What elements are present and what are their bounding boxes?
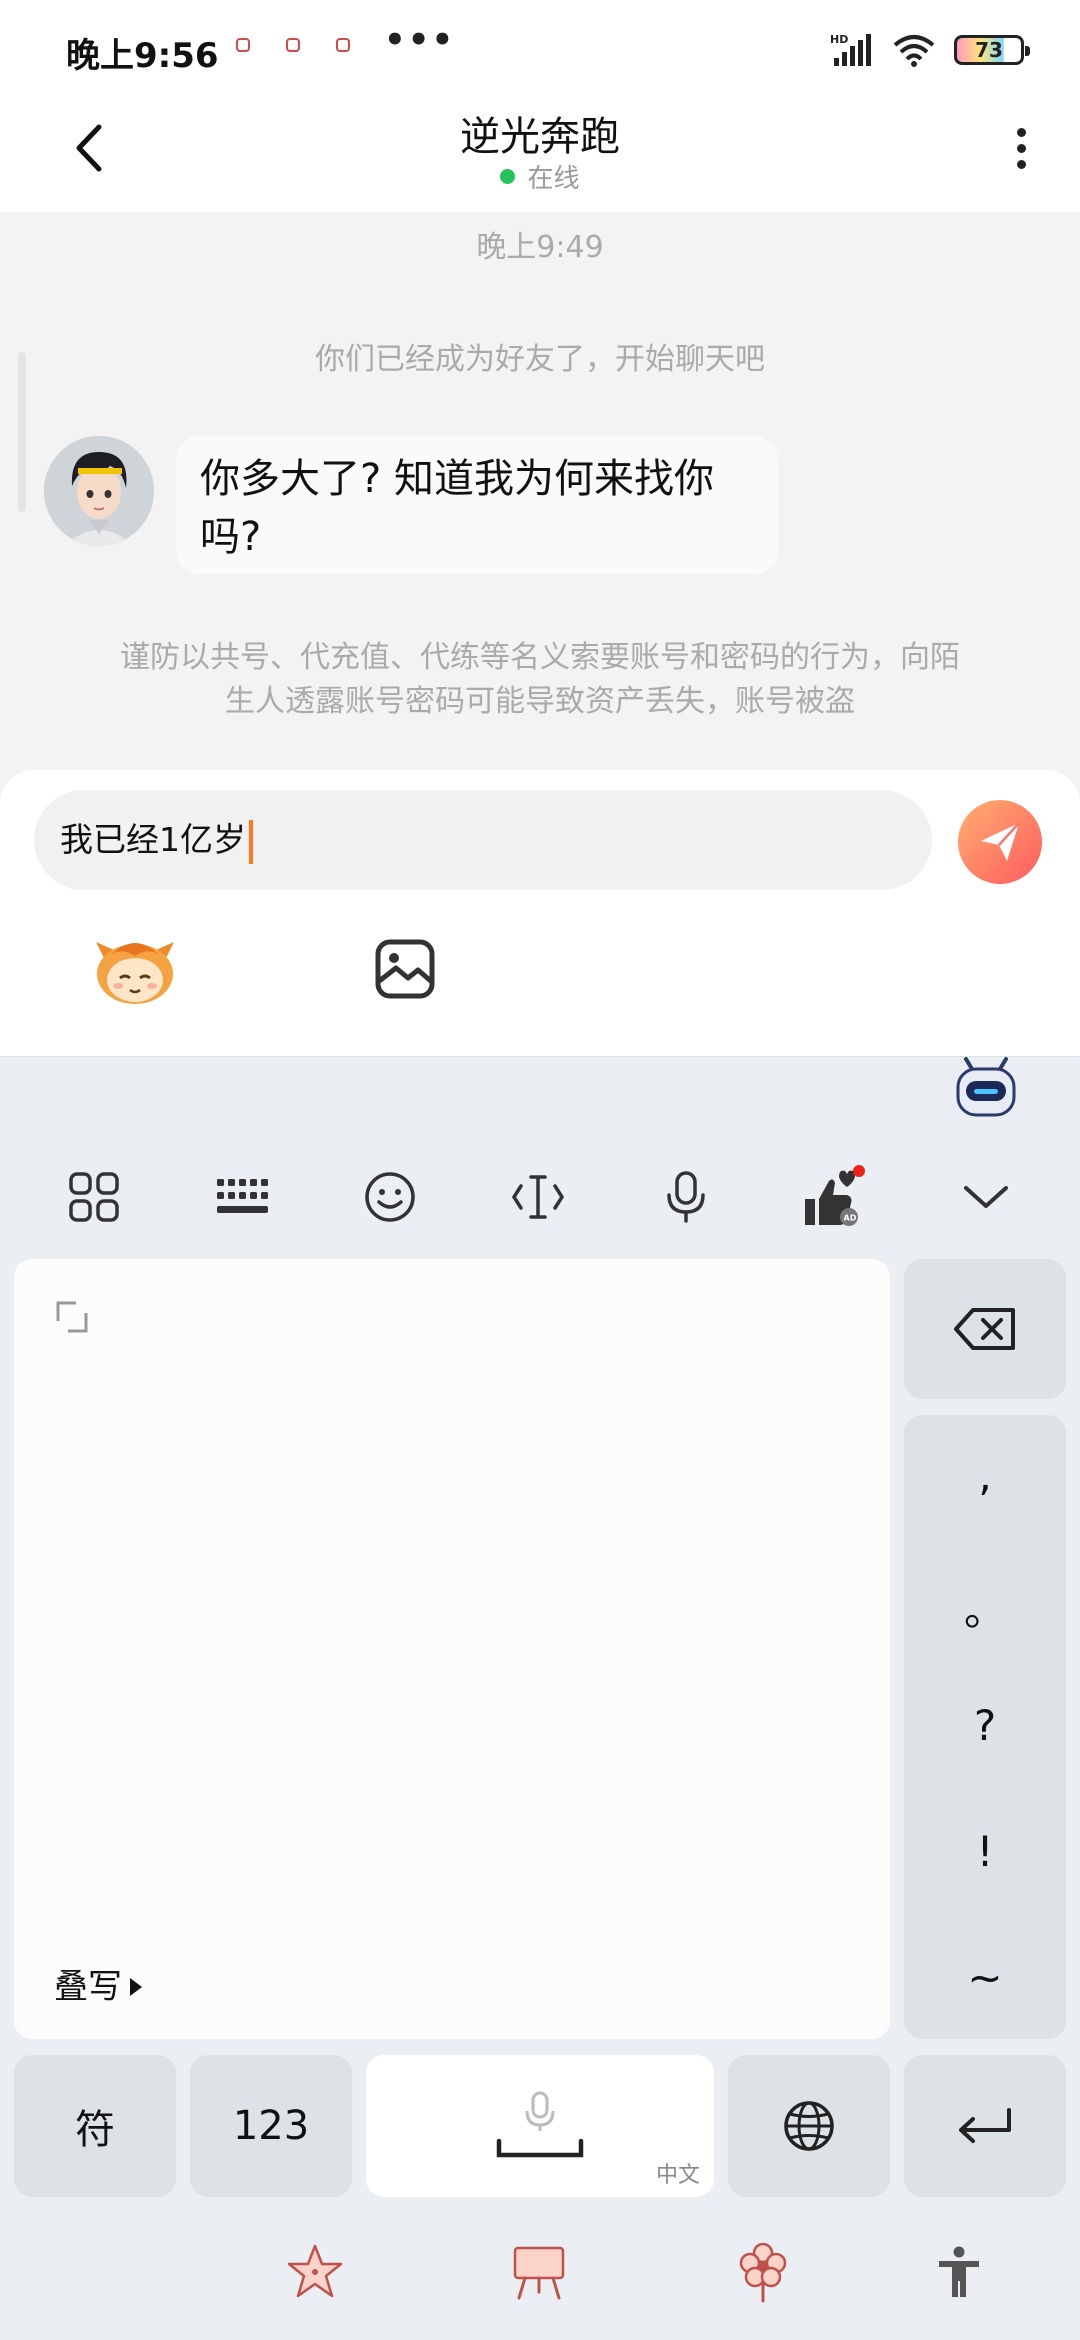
mascot-icon — [96, 942, 174, 1004]
backspace-key[interactable] — [904, 1259, 1066, 1399]
contact-name: 逆光奔跑 — [460, 114, 620, 160]
avatar[interactable] — [44, 436, 154, 546]
thumbs-up-heart-icon: AD — [805, 1165, 865, 1226]
space-mic-icon — [496, 2091, 584, 2158]
online-status-label: 在线 — [527, 164, 580, 194]
notification-icon — [286, 38, 300, 52]
keyboard-layout-button[interactable] — [206, 1161, 278, 1233]
paper-plane-icon — [981, 822, 1020, 861]
more-dot — [1016, 127, 1026, 137]
image-button[interactable] — [372, 936, 438, 1002]
incoming-message[interactable]: 你多大了? 知道我为何来找你 吗? — [176, 436, 778, 574]
online-dot — [500, 169, 516, 184]
more-notifications-icon: ••• — [384, 20, 456, 60]
flower-icon — [739, 2242, 787, 2303]
punctuation-key[interactable]: , — [904, 1451, 1066, 1500]
microphone-icon — [667, 1171, 705, 1223]
input-panel: 我已经1亿岁 — [0, 770, 1080, 1056]
symbol-key[interactable]: 符 — [14, 2055, 176, 2197]
text-cursor-icon — [511, 1175, 565, 1219]
message-input-value: 我已经1亿岁 — [60, 820, 246, 859]
robot-icon — [956, 1057, 1016, 1117]
notification-icon — [236, 38, 250, 52]
punctuation-key[interactable]: ! — [904, 1827, 1066, 1876]
system-message: 你们已经成为好友了，开始聊天吧 — [315, 342, 765, 377]
more-dot — [1016, 159, 1026, 169]
accessibility-button[interactable] — [924, 2237, 994, 2307]
status-bar: 晚上9:56 ••• HD 73 — [0, 0, 1080, 100]
battery-icon: 73 — [954, 35, 1030, 65]
svg-text:HD: HD — [830, 33, 848, 46]
send-button[interactable] — [958, 800, 1042, 884]
flower-theme-button[interactable] — [728, 2237, 798, 2307]
image-icon — [375, 939, 435, 999]
message-time: 晚上9:49 — [476, 230, 604, 265]
status-right: HD 73 — [830, 30, 1030, 70]
wifi-icon — [893, 35, 935, 67]
play-triangle-icon — [130, 1978, 142, 1996]
punctuation-key[interactable]: ~ — [904, 1953, 1066, 2002]
assistant-robot-button[interactable] — [954, 1057, 1018, 1119]
grid-icon — [69, 1172, 119, 1222]
easel-theme-button[interactable] — [504, 2237, 574, 2307]
warning-line: 谨防以共号、代充值、代练等名义索要账号和密码的行为，向陌 — [120, 640, 960, 675]
more-options-button[interactable] — [996, 118, 1046, 178]
language-switch-key[interactable] — [728, 2055, 890, 2197]
cursor-edit-button[interactable] — [502, 1161, 574, 1233]
return-icon — [959, 2108, 1011, 2143]
chat-area[interactable]: 晚上9:49 你们已经成为好友了，开始聊天吧 你多大了? 知道我为何来找你 吗?… — [0, 212, 1080, 772]
security-warning: 谨防以共号、代充值、代练等名义索要账号和密码的行为，向陌 生人透露账号密码可能导… — [60, 636, 1020, 724]
notification-icon — [336, 38, 350, 52]
language-label: 中文 — [655, 2163, 700, 2188]
globe-icon — [784, 2101, 834, 2151]
emoji-button[interactable] — [354, 1161, 426, 1233]
number-key[interactable]: 123 — [190, 2055, 352, 2197]
enter-key[interactable] — [904, 2055, 1066, 2197]
punctuation-key[interactable]: ? — [904, 1701, 1066, 1750]
space-key[interactable]: 中文 — [366, 2055, 714, 2197]
sticker-button[interactable] — [92, 934, 178, 1006]
backspace-icon — [954, 1308, 1015, 1350]
starfish-icon — [287, 2244, 343, 2298]
keyboard-icon — [217, 1179, 268, 1213]
battery-level: 73 — [975, 38, 1003, 62]
text-cursor — [249, 819, 253, 864]
accessibility-icon — [939, 2246, 979, 2297]
chevron-down-icon — [964, 1186, 1008, 1208]
avatar-image — [44, 436, 154, 546]
keyboard: AD 叠写 , 。 ? ! ~ 符 123 中文 — [0, 1056, 1080, 2340]
message-input[interactable]: 我已经1亿岁 — [34, 790, 932, 890]
easel-icon — [513, 2246, 565, 2300]
punctuation-key[interactable]: 。 — [904, 1577, 1066, 1638]
starfish-theme-button[interactable] — [280, 2237, 350, 2307]
handwriting-area[interactable]: 叠写 — [14, 1259, 890, 2039]
overlay-write-label: 叠写 — [54, 1967, 122, 2007]
online-status: 在线 — [0, 158, 1080, 195]
collapse-keyboard-button[interactable] — [950, 1161, 1022, 1233]
overlay-write-toggle[interactable]: 叠写 — [54, 1959, 142, 2008]
svg-text:AD: AD — [844, 1214, 857, 1223]
status-time: 晚上9:56 — [66, 36, 219, 76]
chat-header: 逆光奔跑 在线 — [0, 100, 1080, 212]
message-text-line: 吗? — [200, 514, 262, 560]
like-ad-button[interactable]: AD — [798, 1161, 870, 1233]
expand-corner-icon[interactable] — [56, 1301, 88, 1333]
apps-grid-button[interactable] — [58, 1161, 130, 1233]
voice-input-button[interactable] — [650, 1161, 722, 1233]
message-text-line: 你多大了? 知道我为何来找你 — [200, 456, 714, 502]
signal-icon: HD — [830, 33, 871, 66]
more-dot — [1016, 143, 1026, 153]
warning-line: 生人透露账号密码可能导致资产丢失，账号被盗 — [225, 684, 855, 719]
smiley-icon — [365, 1172, 415, 1222]
